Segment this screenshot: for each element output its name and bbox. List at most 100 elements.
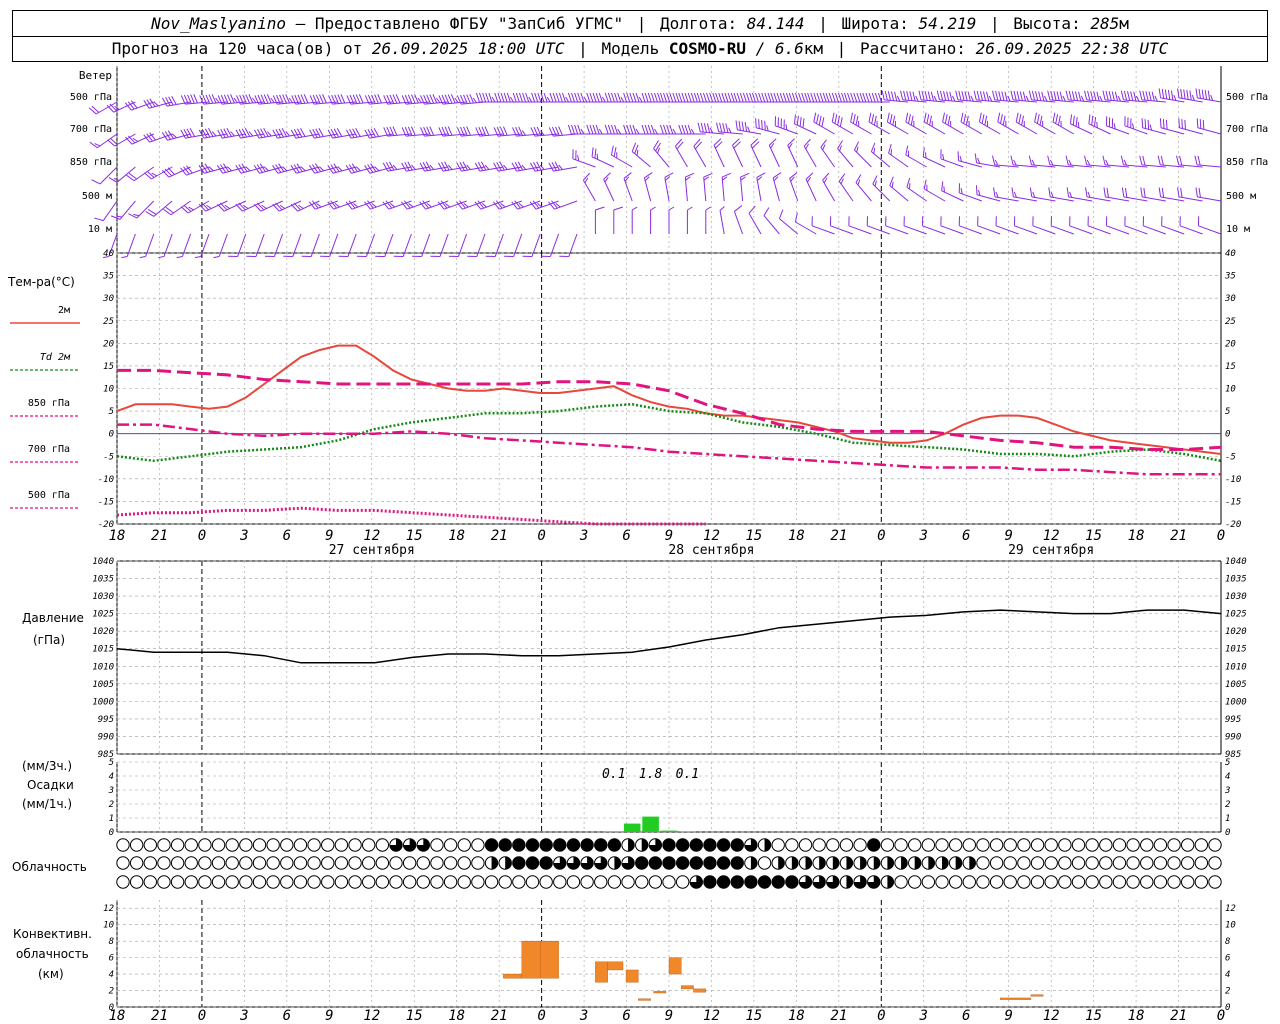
wind-barb-flag xyxy=(943,91,947,101)
cloud-cover-symbol xyxy=(280,856,294,870)
wind-barb-flag xyxy=(807,92,812,103)
wind-barb-flag xyxy=(1111,91,1115,101)
wind-barb-staff xyxy=(850,121,872,135)
cloud-cover-symbol xyxy=(211,856,226,870)
wind-barb-staff xyxy=(867,225,890,235)
wind-barb-flag xyxy=(751,92,756,103)
conv-tick-label: 10 xyxy=(103,921,114,931)
wind-barb-flag xyxy=(574,92,579,103)
wind-barb-flag xyxy=(534,92,539,103)
wind-barb-flag xyxy=(1087,90,1091,101)
wind-barb-flag xyxy=(871,114,875,124)
wind-barb-flag xyxy=(663,124,667,135)
cloud-cover-symbol xyxy=(1030,838,1045,852)
wind-barb-flag xyxy=(728,127,732,134)
cloud-cover-symbol xyxy=(348,875,362,889)
wind-barb-staff xyxy=(1143,225,1166,235)
wind-barb-flag xyxy=(270,97,275,104)
pressure-tick-label: 1000 xyxy=(92,697,114,707)
wind-barb-flag xyxy=(699,92,704,103)
cloud-cover-symbol xyxy=(731,875,744,889)
cloud-cover-symbol xyxy=(1044,838,1058,852)
cloud-cover-symbol xyxy=(430,838,444,852)
wind-barb-flag xyxy=(1195,88,1198,98)
temp-tick-label: 30 xyxy=(1224,294,1236,304)
wind-barb-flag xyxy=(1034,112,1038,123)
wind-barb-flag xyxy=(429,94,435,104)
temp-tick-label: -5 xyxy=(1225,452,1236,462)
wind-barb-flag xyxy=(984,115,988,126)
wind-barb-flag xyxy=(865,92,870,103)
wind-barb-staff xyxy=(837,148,854,168)
wind-barb-flag xyxy=(681,124,686,135)
cloud-cover-symbol xyxy=(485,838,498,852)
cloud-cover-symbol xyxy=(1017,838,1031,852)
wind-barb-flag xyxy=(1151,91,1155,102)
wind-barb-flag xyxy=(392,126,398,136)
wind-barb-flag xyxy=(1010,90,1014,101)
wind-barb-flag xyxy=(927,91,931,101)
precip-tick-label: 0 xyxy=(1225,828,1230,838)
wind-barb-flag xyxy=(1198,88,1201,99)
wind-barb-flag xyxy=(623,124,628,135)
cloud-cover-symbol xyxy=(498,875,512,889)
wind-barb-staff xyxy=(811,225,835,235)
cloud-cover-symbol xyxy=(935,875,949,889)
precip-tick-label: 3 xyxy=(108,786,114,796)
wind-barb-staff xyxy=(732,145,744,168)
wind-barb-flag xyxy=(623,92,628,103)
wind-barb-staff xyxy=(1179,127,1203,135)
wind-barb-staff xyxy=(684,177,688,202)
wind-barb-staff xyxy=(854,149,872,168)
x-tick-label: 21 xyxy=(151,1008,168,1024)
day-label: 27 сентября xyxy=(329,543,415,558)
wind-barb-flag xyxy=(303,94,309,104)
wind-barb-flag xyxy=(1028,90,1032,101)
cloud-cover-symbol xyxy=(1003,838,1017,852)
wind-barb-flag xyxy=(1068,159,1072,166)
wind-barb-flag xyxy=(887,91,891,101)
wind-barb-flag xyxy=(562,92,566,103)
cloud-cover-symbol xyxy=(757,856,772,870)
wind-barb-flag xyxy=(1047,90,1051,101)
wind-barb-flag xyxy=(1120,90,1124,101)
precip-tick-label: 2 xyxy=(1225,800,1230,810)
wind-barb-flag xyxy=(94,143,101,147)
cloud-cover-symbol xyxy=(785,838,799,852)
wind-barb-flag xyxy=(773,92,778,103)
wind-barb-flag xyxy=(841,92,846,103)
cloud-cover-symbol xyxy=(648,875,663,889)
x-tick-label: 12 xyxy=(703,528,720,544)
wind-barb-flag xyxy=(657,92,662,103)
cloud-cover-symbol xyxy=(1126,856,1140,870)
wind-barb-flag xyxy=(709,92,714,103)
wind-barb-flag xyxy=(758,92,763,103)
wind-barb-flag xyxy=(1179,155,1183,166)
conv-tick-label: 4 xyxy=(1225,970,1230,980)
conv-tick-label: 4 xyxy=(109,970,114,980)
cloud-panel xyxy=(116,838,1222,889)
day-label: 28 сентября xyxy=(668,543,754,558)
cloud-cover-symbol xyxy=(239,875,253,889)
temp-tick-label: 35 xyxy=(102,272,114,282)
wind-barb-staff xyxy=(1014,225,1038,235)
temp-tick-label: 0 xyxy=(1225,430,1230,440)
cloud-cover-symbol xyxy=(717,838,730,852)
cloud-cover-symbol xyxy=(1058,856,1072,870)
wind-barb-flag xyxy=(447,126,453,136)
pressure-tick-label: 1015 xyxy=(1225,645,1247,655)
legend-label: 850 гПа xyxy=(28,398,70,409)
wind-title: Ветер xyxy=(79,69,112,82)
wind-barb-flag xyxy=(469,94,474,104)
wind-barb-flag xyxy=(108,177,118,183)
cloud-cover-symbol xyxy=(1058,838,1072,852)
wind-barb-staff xyxy=(838,181,854,202)
wind-barb-flag xyxy=(647,124,652,135)
cloud-cover-symbol xyxy=(457,856,471,870)
wind-barb-flag xyxy=(1091,115,1094,126)
wind-barb-staff xyxy=(923,156,946,168)
wind-barb-flag xyxy=(868,112,872,123)
wind-barb-staff xyxy=(713,145,725,168)
wind-barb-staff xyxy=(582,179,596,202)
wind-barb-flag xyxy=(758,119,760,129)
